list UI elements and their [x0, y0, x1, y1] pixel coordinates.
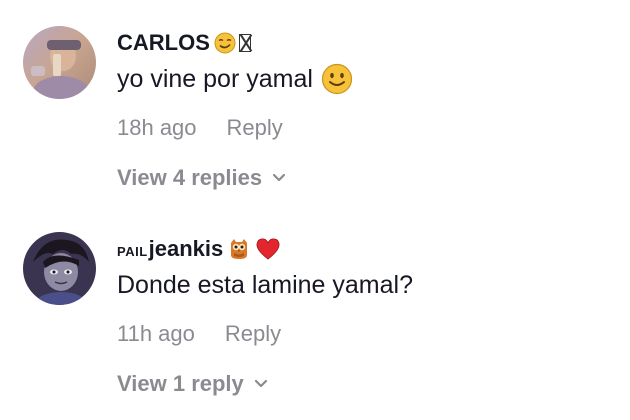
smirk-emoji-icon [214, 32, 236, 54]
comment-meta: 18h ago Reply [117, 114, 597, 142]
username[interactable]: jeankis [149, 236, 224, 262]
chevron-down-icon [254, 379, 268, 389]
view-replies-label: View 4 replies [117, 165, 263, 190]
comment-username-row: CARLOS [117, 26, 597, 60]
chevron-down-icon [272, 173, 286, 183]
reply-button[interactable]: Reply [227, 115, 283, 141]
comment-body: PAIL jeankis Donde esta lamine yamal? 11… [117, 232, 597, 398]
comment-meta: 11h ago Reply [117, 320, 597, 348]
comment-text: Donde esta lamine yamal? [117, 270, 413, 299]
reply-button[interactable]: Reply [225, 321, 281, 347]
username[interactable]: CARLOS [117, 30, 210, 56]
comment-text: yo vine por yamal [117, 64, 313, 93]
avatar[interactable] [23, 232, 96, 305]
avatar[interactable] [23, 26, 96, 99]
comment-text-row: Donde esta lamine yamal? [117, 266, 597, 304]
missing-glyph-box [238, 34, 251, 52]
slight-smile-emoji-icon [321, 63, 353, 95]
comment-timestamp: 18h ago [117, 115, 197, 140]
view-replies-button[interactable]: View 4 replies [117, 164, 597, 192]
user-avatar-photo [23, 26, 96, 99]
comment-timestamp: 11h ago [117, 321, 195, 346]
comment-body: CARLOS yo vine por yamal 18h ago Reply V… [117, 26, 597, 192]
cartoon-avatar [23, 232, 96, 305]
view-replies-button[interactable]: View 1 reply [117, 370, 597, 398]
owl-emoji-icon [227, 237, 251, 261]
view-replies-label: View 1 reply [117, 371, 244, 396]
red-heart-emoji-icon [255, 237, 281, 261]
comment-username-row: PAIL jeankis [117, 232, 597, 266]
username-prefix: PAIL [117, 243, 148, 259]
comment-text-row: yo vine por yamal [117, 60, 597, 98]
